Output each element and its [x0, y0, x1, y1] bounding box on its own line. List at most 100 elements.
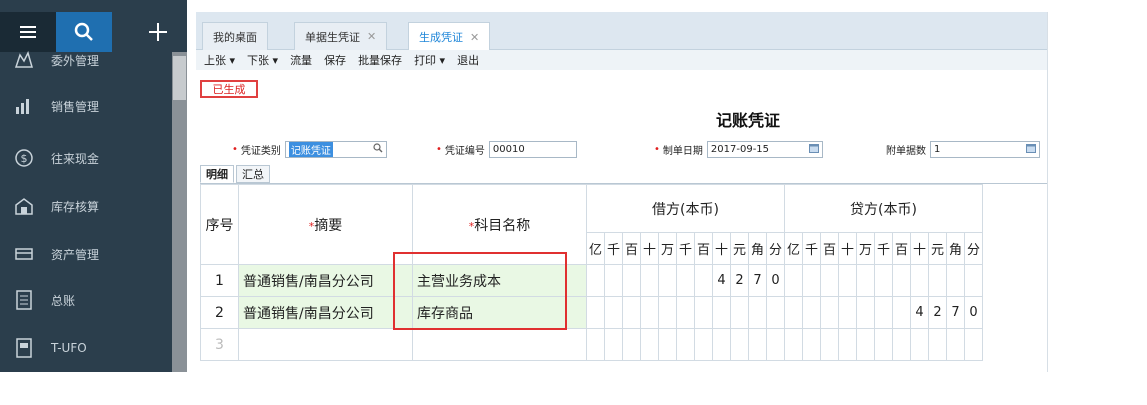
row-summary[interactable]: 普通销售/南昌分公司 [238, 264, 413, 297]
sidebar-item-6[interactable]: T-UFO [0, 326, 172, 370]
sidebar-item-1[interactable]: 销售管理 [0, 84, 172, 128]
row-debit-digit[interactable]: 4 [712, 264, 731, 297]
row-debit-digit[interactable]: 7 [748, 264, 767, 297]
table-row[interactable]: 2 普通销售/南昌分公司 库存商品 4 2 7 0 [200, 296, 983, 329]
row-debit-digit[interactable] [730, 296, 749, 329]
row-credit-digit[interactable] [820, 264, 839, 297]
table-row[interactable]: 3 [200, 328, 983, 361]
row-account[interactable] [412, 328, 587, 361]
toolbar-button[interactable]: 上张 ▾ [204, 52, 235, 68]
attachment-count-input[interactable]: 1 [930, 140, 1040, 158]
row-credit-digit[interactable]: 4 [910, 296, 929, 329]
row-credit-digit[interactable] [874, 328, 893, 361]
sidebar-item-0[interactable]: 委外管理 [0, 38, 172, 82]
tab-doc-to-voucher[interactable]: 单据生凭证 ✕ [294, 22, 388, 50]
row-credit-digit[interactable] [946, 328, 965, 361]
row-credit-digit[interactable] [820, 296, 839, 329]
toolbar-button[interactable]: 批量保存 [358, 52, 402, 68]
row-debit-digit[interactable] [658, 296, 677, 329]
row-debit-digit[interactable] [586, 328, 605, 361]
row-credit-digit[interactable] [856, 328, 875, 361]
row-credit-digit[interactable] [802, 296, 821, 329]
sidebar-item-4[interactable]: 资产管理 [0, 232, 172, 276]
row-debit-digit[interactable] [658, 264, 677, 297]
row-credit-digit[interactable] [928, 264, 947, 297]
row-credit-digit[interactable] [874, 264, 893, 297]
sidebar-item-2[interactable]: $ 往来现金 [0, 136, 172, 180]
row-credit-digit[interactable] [838, 264, 857, 297]
row-credit-digit[interactable] [856, 264, 875, 297]
row-debit-digit[interactable] [622, 328, 641, 361]
row-debit-digit[interactable] [676, 328, 695, 361]
row-debit-digit[interactable] [604, 328, 623, 361]
row-account[interactable]: 主营业务成本 [412, 264, 587, 297]
row-debit-digit[interactable] [712, 328, 731, 361]
row-debit-digit[interactable] [586, 296, 605, 329]
row-credit-digit[interactable] [928, 328, 947, 361]
toolbar-button[interactable]: 保存 [324, 52, 346, 68]
row-debit-digit[interactable] [640, 328, 659, 361]
row-debit-digit[interactable] [604, 296, 623, 329]
row-credit-digit[interactable]: 7 [946, 296, 965, 329]
row-debit-digit[interactable] [622, 296, 641, 329]
row-debit-digit[interactable] [604, 264, 623, 297]
row-credit-digit[interactable] [784, 264, 803, 297]
row-credit-digit[interactable] [874, 296, 893, 329]
close-icon[interactable]: ✕ [470, 31, 479, 44]
row-credit-digit[interactable] [892, 264, 911, 297]
calendar-icon[interactable] [808, 143, 819, 156]
table-row[interactable]: 1 普通销售/南昌分公司 主营业务成本 4 2 7 0 [200, 264, 983, 297]
row-credit-digit[interactable] [856, 296, 875, 329]
row-debit-digit[interactable] [676, 296, 695, 329]
row-debit-digit[interactable] [694, 264, 713, 297]
row-debit-digit[interactable] [640, 296, 659, 329]
close-icon[interactable]: ✕ [367, 30, 376, 43]
row-debit-digit[interactable]: 2 [730, 264, 749, 297]
row-credit-digit[interactable] [892, 328, 911, 361]
subtab-summary[interactable]: 汇总 [236, 165, 270, 183]
row-credit-digit[interactable] [910, 264, 929, 297]
sidebar-item-5[interactable]: 总账 [0, 278, 172, 322]
toolbar-button[interactable]: 打印 ▾ [414, 52, 445, 68]
toolbar-button[interactable]: 退出 [457, 52, 479, 68]
sidebar-scrollbar[interactable] [172, 52, 187, 372]
row-debit-digit[interactable] [586, 264, 605, 297]
row-debit-digit[interactable] [766, 328, 785, 361]
subtab-detail[interactable]: 明细 [200, 165, 234, 183]
row-credit-digit[interactable] [964, 264, 983, 297]
row-credit-digit[interactable] [964, 328, 983, 361]
row-credit-digit[interactable]: 2 [928, 296, 947, 329]
row-debit-digit[interactable] [748, 296, 767, 329]
row-credit-digit[interactable] [784, 328, 803, 361]
row-credit-digit[interactable] [784, 296, 803, 329]
row-credit-digit[interactable] [892, 296, 911, 329]
voucher-date-input[interactable]: 2017-09-15 [706, 140, 823, 158]
calendar-icon[interactable] [1026, 143, 1036, 156]
row-credit-digit[interactable] [946, 264, 965, 297]
row-credit-digit[interactable]: 0 [964, 296, 983, 329]
row-credit-digit[interactable] [838, 296, 857, 329]
row-credit-digit[interactable] [838, 328, 857, 361]
row-debit-digit[interactable] [676, 264, 695, 297]
row-credit-digit[interactable] [820, 328, 839, 361]
row-debit-digit[interactable] [766, 296, 785, 329]
row-debit-digit[interactable] [622, 264, 641, 297]
row-debit-digit[interactable] [640, 264, 659, 297]
voucher-type-input[interactable]: 记账凭证 [284, 140, 387, 158]
row-summary[interactable] [238, 328, 413, 361]
voucher-number-input[interactable]: 00010 [488, 140, 577, 158]
tab-my-desktop[interactable]: 我的桌面 [202, 22, 268, 50]
row-debit-digit[interactable] [748, 328, 767, 361]
row-credit-digit[interactable] [910, 328, 929, 361]
row-debit-digit[interactable]: 0 [766, 264, 785, 297]
sidebar-scroll-thumb[interactable] [173, 56, 186, 100]
row-debit-digit[interactable] [658, 328, 677, 361]
toolbar-button[interactable]: 下张 ▾ [247, 52, 278, 68]
toolbar-button[interactable]: 流量 [290, 52, 312, 68]
row-debit-digit[interactable] [694, 328, 713, 361]
sidebar-item-3[interactable]: 库存核算 [0, 184, 172, 228]
search-icon[interactable] [373, 142, 383, 156]
row-credit-digit[interactable] [802, 264, 821, 297]
tab-generate-voucher[interactable]: 生成凭证 ✕ [408, 22, 491, 51]
row-debit-digit[interactable] [730, 328, 749, 361]
